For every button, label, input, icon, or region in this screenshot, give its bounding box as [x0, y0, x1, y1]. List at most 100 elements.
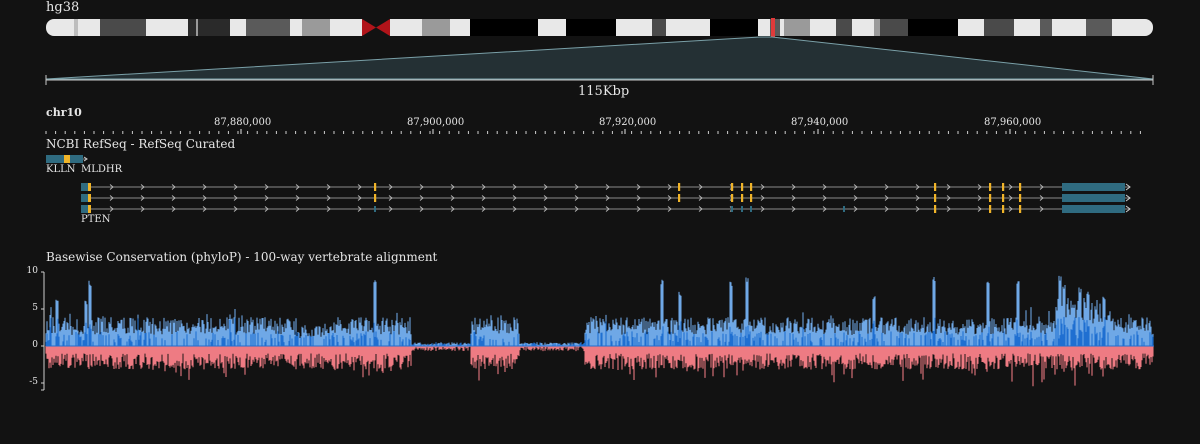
ideogram-band: [1112, 19, 1153, 36]
ideogram-bands: [46, 19, 1153, 36]
pten-cds: [88, 205, 91, 213]
pten-cds-exon: [1019, 194, 1022, 202]
pten-cds-exon: [678, 194, 681, 202]
ideogram-band: [880, 19, 908, 36]
ideogram-band: [422, 19, 450, 36]
pten-cds-exon: [731, 194, 734, 202]
klln-cds: [64, 155, 70, 163]
span-label: 115Kbp: [578, 84, 630, 99]
pten-utr-exon: [1062, 205, 1125, 213]
zoom-region-indicator: [45, 36, 1154, 80]
pten-utr-exon: [1062, 194, 1125, 202]
current-region-marker: [771, 18, 775, 37]
pten-cds-exon: [1019, 183, 1022, 191]
gene-label-mldhr[interactable]: MLDHR: [81, 164, 122, 175]
ideogram-band: [74, 19, 78, 36]
ideogram-band: [780, 19, 784, 36]
ruler-tick-label: 87,940,000: [791, 117, 849, 128]
pten-cds-exon: [374, 183, 377, 191]
position-ruler: [45, 129, 1141, 134]
chromosome-ideogram[interactable]: [46, 18, 1153, 37]
phylop-positive-bars: [45, 275, 1154, 346]
ideogram-band: [196, 19, 198, 36]
y-tick-label: -5: [29, 377, 38, 387]
pten-cds: [88, 183, 91, 191]
ideogram-band: [852, 19, 874, 36]
ideogram-band: [652, 19, 666, 36]
ideogram-band: [984, 19, 1014, 36]
ruler-tick-label: 87,900,000: [407, 117, 465, 128]
pten-cds: [88, 194, 91, 202]
ideogram-band: [1014, 19, 1040, 36]
pten-cds-exon: [750, 194, 753, 202]
ideogram-band: [146, 19, 188, 36]
pten-cds-exon: [750, 183, 753, 191]
ideogram-band: [470, 19, 538, 36]
pten-cds-exon: [1002, 183, 1005, 191]
genome-label: hg38: [46, 0, 80, 15]
pten-cds-exon: [741, 183, 744, 191]
ideogram-band: [390, 19, 422, 36]
centromere-left: [362, 19, 376, 36]
pten-cds-exon: [934, 194, 937, 202]
chromosome-label: chr10: [46, 106, 82, 119]
pten-cds-exon: [1002, 205, 1005, 213]
pten-cds-exon: [678, 183, 681, 191]
ruler-tick-label: 87,960,000: [984, 117, 1042, 128]
pten-cds-exon: [989, 183, 992, 191]
ideogram-band: [1052, 19, 1086, 36]
y-tick-label: 0: [32, 340, 38, 350]
pten-utr-exon: [1062, 183, 1125, 191]
pten-cds-exon: [989, 205, 992, 213]
pten-cds-exon: [1002, 194, 1005, 202]
phylop-conservation-track[interactable]: [41, 271, 1154, 391]
ideogram-band: [46, 19, 74, 36]
ideogram-band: [874, 19, 880, 36]
centromere-right: [376, 19, 390, 36]
ideogram-band: [566, 19, 616, 36]
ideogram-band: [1040, 19, 1052, 36]
ideogram-band: [958, 19, 984, 36]
ideogram-band: [758, 19, 770, 36]
pten-cds-exon: [374, 194, 377, 202]
ideogram-band: [710, 19, 758, 36]
pten-exon: [374, 206, 376, 212]
ideogram-band: [230, 19, 246, 36]
ideogram-band: [290, 19, 302, 36]
ideogram-band: [666, 19, 710, 36]
genome-browser-canvas[interactable]: [0, 0, 1200, 444]
refseq-gene-track[interactable]: [46, 155, 1131, 213]
ideogram-band: [1086, 19, 1112, 36]
gene-label-klln[interactable]: KLLN: [46, 164, 76, 175]
ideogram-band: [538, 19, 566, 36]
pten-cds-exon: [731, 183, 734, 191]
ideogram-band: [836, 19, 852, 36]
y-tick-label: 5: [32, 303, 38, 313]
ideogram-band: [100, 19, 146, 36]
ideogram-band: [616, 19, 652, 36]
ideogram-band: [784, 19, 810, 36]
ruler-tick-label: 87,880,000: [214, 117, 272, 128]
pten-cds-exon: [934, 205, 937, 213]
ideogram-band: [198, 19, 230, 36]
ideogram-band: [330, 19, 362, 36]
ideogram-band: [188, 19, 196, 36]
pten-exon: [741, 206, 743, 212]
ideogram-band: [302, 19, 330, 36]
gene-label-pten[interactable]: PTEN: [81, 214, 110, 225]
ideogram-band: [78, 19, 100, 36]
phylop-negative-bars: [45, 346, 1154, 387]
ideogram-band: [810, 19, 836, 36]
pten-cds-exon: [989, 194, 992, 202]
y-tick-label: 10: [26, 266, 38, 276]
gene-track-title: NCBI RefSeq - RefSeq Curated: [46, 137, 236, 151]
ideogram-band: [908, 19, 958, 36]
ideogram-band: [450, 19, 470, 36]
ruler-tick-label: 87,920,000: [599, 117, 657, 128]
pten-exon: [843, 206, 845, 212]
pten-cds-exon: [741, 194, 744, 202]
conservation-track-title: Basewise Conservation (phyloP) - 100-way…: [46, 250, 438, 264]
pten-exon: [731, 206, 733, 212]
pten-exon: [750, 206, 752, 212]
ideogram-band: [246, 19, 290, 36]
